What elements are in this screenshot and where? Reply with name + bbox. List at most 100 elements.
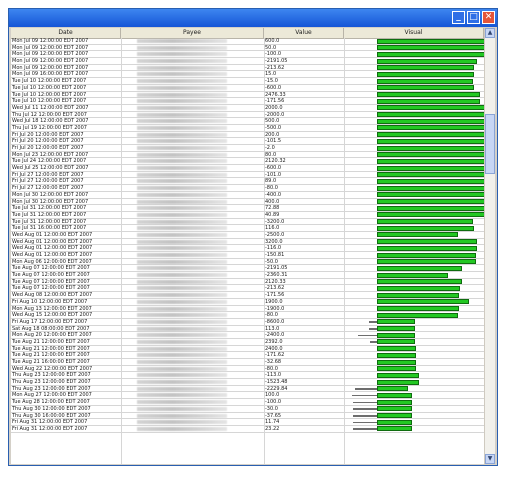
date-cell: Tue Aug 07 12:00:00 EDT 2007 [12, 272, 90, 279]
table-row[interactable]: Wed Aug 01 12:00:00 EDT 2007 -2500.0 [11, 232, 484, 239]
visual-cell [345, 158, 484, 164]
table-row[interactable]: Thu Aug 23 12:00:00 EDT 2007 -113.0 [11, 372, 484, 380]
visual-cell [345, 419, 484, 425]
table-row[interactable]: Tue Jul 24 12:00:00 EDT 2007 2120.32 [11, 158, 484, 166]
table-row[interactable]: Wed Jul 11 12:00:00 EDT 2007 2000.0 [11, 105, 484, 112]
value-cell: 2400.0 [265, 345, 283, 352]
table-row[interactable]: Wed Jul 25 12:00:00 EDT 2007 -600.0 [11, 165, 484, 172]
value-cell: 2476.33 [265, 91, 286, 98]
table-row[interactable]: Tue Aug 21 12:00:00 EDT 2007 -171.62 [11, 352, 484, 359]
table-row[interactable]: Mon Aug 20 12:00:00 EDT 2007 -2400.0 [11, 332, 484, 339]
table-row[interactable]: Tue Aug 07 12:00:00 EDT 2007 2120.33 [11, 279, 484, 286]
column-header-payee[interactable]: Payee [121, 28, 264, 38]
table-row[interactable]: Mon Jul 30 12:00:00 EDT 2007 400.0 [11, 199, 484, 206]
table-row[interactable]: Thu Jul 12 12:00:00 EDT 2007 -2000.0 [11, 112, 484, 119]
visual-cell [345, 152, 484, 158]
table-row[interactable]: Tue Jul 31 12:00:00 EDT 2007 72.88 [11, 205, 484, 212]
balance-bar [377, 232, 458, 238]
table-row[interactable]: Tue Jul 10 12:00:00 EDT 2007 -600.0 [11, 85, 484, 92]
table-row[interactable]: Tue Aug 07 12:00:00 EDT 2007 -2360.31 [11, 272, 484, 279]
date-cell: Tue Aug 28 12:00:00 EDT 2007 [12, 399, 90, 406]
table-row[interactable]: Mon Jul 09 12:00:00 EDT 2007 50.0 [11, 45, 484, 52]
balance-bar [377, 306, 459, 311]
table-row[interactable]: Mon Jul 30 12:00:00 EDT 2007 -400.0 [11, 192, 484, 199]
value-cell: -32.68 [265, 359, 282, 365]
visual-cell [345, 386, 484, 392]
table-row[interactable]: Mon Jul 09 16:00:00 EDT 2007 15.0 [11, 71, 484, 79]
payee-cell-redacted [137, 226, 227, 231]
table-row[interactable]: Tue Jul 31 16:00:00 EDT 2007 116.0 [11, 225, 484, 232]
column-header-date[interactable]: Date [11, 28, 121, 38]
table-row[interactable]: Fri Jul 20 12:00:00 EDT 2007 -101.5 [11, 138, 484, 145]
table-row[interactable]: Wed Aug 01 12:00:00 EDT 2007 -116.0 [11, 245, 484, 252]
table-row[interactable]: Tue Aug 07 12:00:00 EDT 2007 -213.62 [11, 285, 484, 293]
table-row[interactable]: Wed Jul 18 12:00:00 EDT 2007 500.0 [11, 118, 484, 125]
table-row[interactable]: Fri Jul 20 12:00:00 EDT 2007 200.0 [11, 132, 484, 139]
table-row[interactable]: Wed Aug 22 12:00:00 EDT 2007 -80.0 [11, 366, 484, 373]
balance-bar [377, 178, 484, 184]
table-row[interactable]: Tue Aug 28 12:00:00 EDT 2007 -100.0 [11, 399, 484, 406]
table-row[interactable]: Thu Aug 30 16:00:00 EDT 2007 -37.65 [11, 413, 484, 420]
table-row[interactable]: Mon Aug 06 12:00:00 EDT 2007 -50.0 [11, 259, 484, 266]
table-row[interactable]: Fri Jul 27 12:00:00 EDT 2007 -80.0 [11, 185, 484, 192]
table-row[interactable]: Fri Jul 20 12:00:00 EDT 2007 -2.0 [11, 145, 484, 152]
table-row[interactable]: Tue Aug 21 12:00:00 EDT 2007 2400.0 [11, 346, 484, 353]
table-row[interactable]: Tue Jul 10 12:00:00 EDT 2007 -15.0 [11, 78, 484, 85]
table-row[interactable]: Fri Aug 31 12:00:00 EDT 2007 11.74 [11, 419, 484, 426]
date-cell: Thu Jul 19 12:00:00 EDT 2007 [12, 124, 87, 131]
scroll-up-button[interactable]: ▲ [485, 28, 495, 38]
payee-cell-redacted [137, 400, 227, 405]
table-row[interactable]: Thu Jul 19 12:00:00 EDT 2007 -500.0 [11, 125, 484, 132]
table-row[interactable]: Fri Aug 31 12:00:00 EDT 2007 23.22 [11, 426, 484, 433]
balance-bar [377, 399, 412, 405]
date-cell: Wed Aug 15 12:00:00 EDT 2007 [12, 312, 93, 319]
column-header-visual[interactable]: Visual [344, 28, 484, 38]
table-row[interactable]: Thu Aug 23 12:00:00 EDT 2007 -1523.48 [11, 379, 484, 386]
minimize-button[interactable]: _ [452, 11, 465, 24]
table-row[interactable]: Mon Jul 23 12:00:00 EDT 2007 80.0 [11, 152, 484, 159]
table-row[interactable]: Wed Aug 01 12:00:00 EDT 2007 3200.0 [11, 239, 484, 246]
date-cell: Thu Jul 12 12:00:00 EDT 2007 [12, 111, 87, 118]
table-row[interactable]: Tue Jul 31 12:00:00 EDT 2007 -3200.0 [11, 219, 484, 226]
table-row[interactable]: Tue Jul 10 12:00:00 EDT 2007 -171.56 [11, 98, 484, 105]
table-row[interactable]: Fri Jul 27 12:00:00 EDT 2007 -101.0 [11, 172, 484, 179]
date-cell: Fri Jul 20 12:00:00 EDT 2007 [12, 131, 84, 138]
table-row[interactable]: Thu Aug 23 12:00:00 EDT 2007 -2229.84 [11, 386, 484, 393]
date-cell: Mon Jul 09 12:00:00 EDT 2007 [12, 51, 89, 58]
table-row[interactable]: Tue Jul 10 12:00:00 EDT 2007 2476.33 [11, 92, 484, 99]
table-row[interactable]: Mon Jul 09 12:00:00 EDT 2007 600.0 [11, 38, 484, 45]
value-cell: -37.65 [265, 412, 282, 419]
title-bar[interactable]: _ □ ✕ [9, 9, 497, 27]
table-row[interactable]: Mon Jul 09 12:00:00 EDT 2007 -2191.05 [11, 58, 484, 65]
value-cell: -213.62 [265, 285, 285, 292]
table-row[interactable]: Mon Jul 09 12:00:00 EDT 2007 -100.0 [11, 51, 484, 59]
column-header-value[interactable]: Value [264, 28, 344, 38]
table-row[interactable]: Tue Jul 31 12:00:00 EDT 2007 40.89 [11, 212, 484, 219]
scrollbar-thumb[interactable] [485, 114, 495, 174]
value-cell: -171.56 [265, 292, 285, 299]
table-row[interactable]: Wed Aug 08 12:00:00 EDT 2007 -171.56 [11, 292, 484, 299]
table-row[interactable]: Thu Aug 30 12:00:00 EDT 2007 -30.0 [11, 406, 484, 413]
date-cell: Tue Jul 31 12:00:00 EDT 2007 [12, 211, 87, 218]
table-row[interactable]: Mon Jul 09 12:00:00 EDT 2007 -213.62 [11, 65, 484, 72]
table-row[interactable]: Wed Aug 15 12:00:00 EDT 2007 -80.0 [11, 312, 484, 319]
payee-cell-redacted [137, 239, 227, 244]
maximize-button[interactable]: □ [467, 11, 480, 24]
close-button[interactable]: ✕ [482, 11, 495, 24]
vertical-scrollbar[interactable]: ▲ ▼ [484, 28, 495, 464]
table-row[interactable]: Tue Aug 21 16:00:00 EDT 2007 -32.68 [11, 359, 484, 366]
payee-cell-redacted [137, 246, 227, 251]
table-row[interactable]: Wed Aug 01 12:00:00 EDT 2007 -150.81 [11, 252, 484, 259]
scroll-down-button[interactable]: ▼ [485, 454, 495, 464]
table-row[interactable]: Sat Aug 18 08:00:00 EDT 2007 113.0 [11, 326, 484, 333]
table-row[interactable]: Fri Aug 17 12:00:00 EDT 2007 -8600.0 [11, 319, 484, 326]
table-row[interactable]: Fri Jul 27 12:00:00 EDT 2007 89.0 [11, 178, 484, 186]
table-row[interactable]: Mon Aug 27 12:00:00 EDT 2007 100.0 [11, 392, 484, 400]
table-row[interactable]: Tue Aug 21 12:00:00 EDT 2007 2392.0 [11, 339, 484, 346]
table-row[interactable]: Tue Aug 07 12:00:00 EDT 2007 -2191.05 [11, 265, 484, 273]
table-row[interactable]: Fri Aug 10 12:00:00 EDT 2007 1900.0 [11, 299, 484, 306]
value-cell: -50.0 [265, 258, 278, 265]
table-row[interactable]: Mon Aug 13 12:00:00 EDT 2007 -1900.0 [11, 306, 484, 313]
payee-cell-redacted [137, 266, 227, 271]
balance-bar [377, 272, 448, 278]
